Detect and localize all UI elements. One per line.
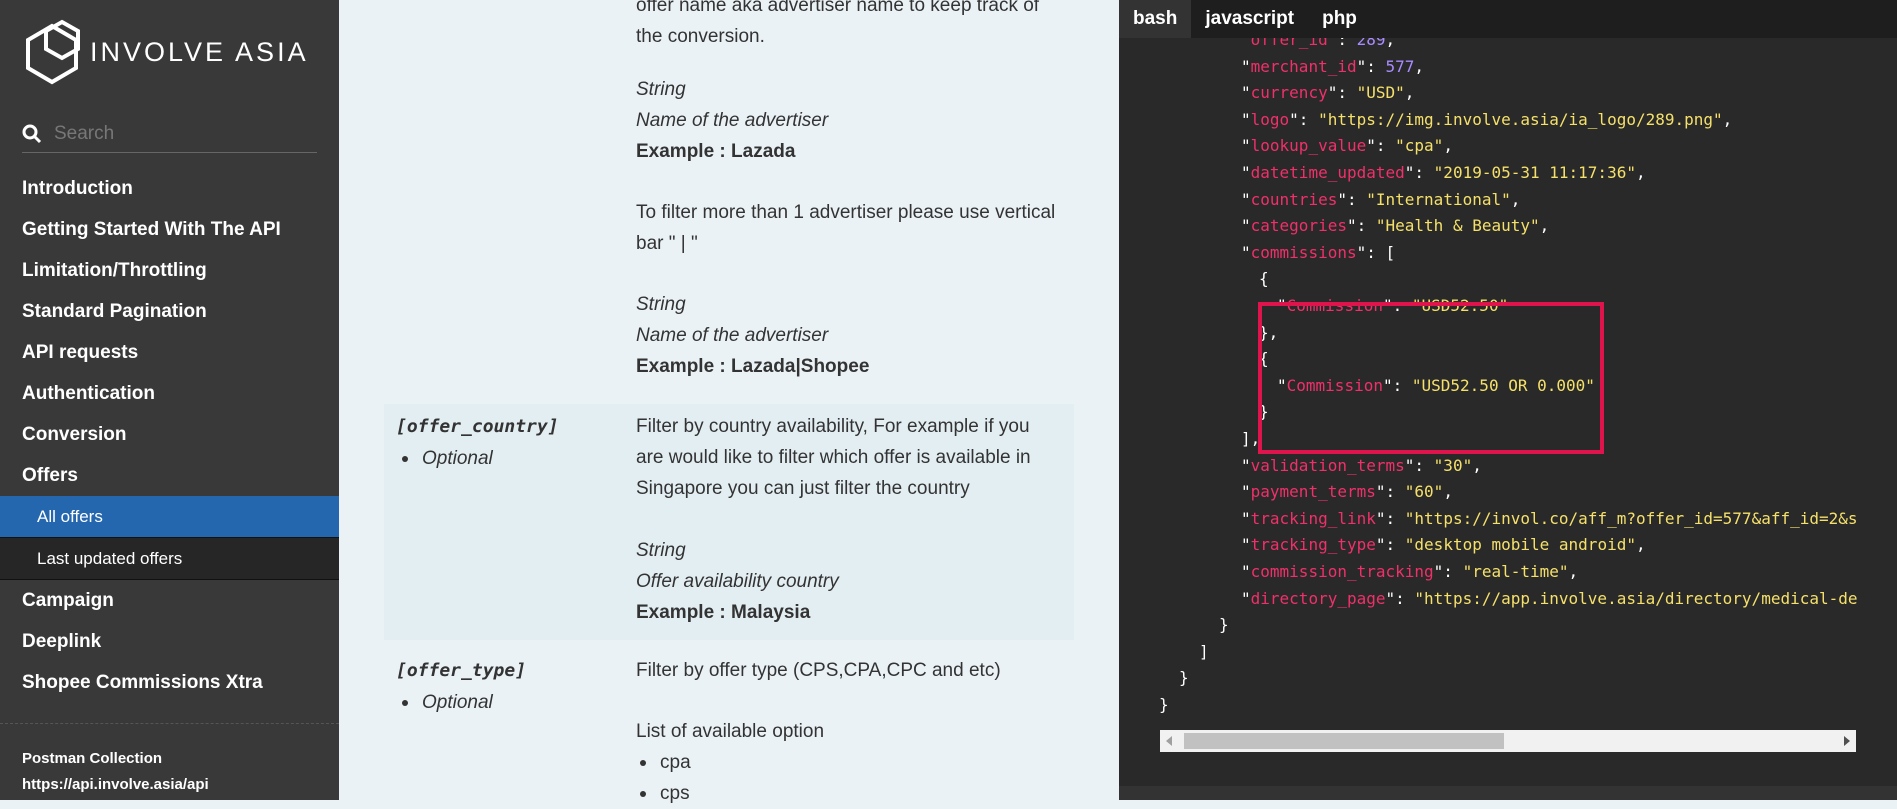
search-bar [22, 116, 317, 153]
code-line: { [1259, 269, 1269, 289]
json-pair: "lookup_value": "cpa", [1241, 136, 1453, 156]
sidebar-nav: Introduction Getting Started With The AP… [0, 168, 339, 703]
nav-conversion[interactable]: Conversion [0, 414, 339, 455]
desc-line: offer name aka advertiser name to keep t… [636, 0, 1040, 16]
commission-highlight-box [1258, 302, 1604, 454]
json-pair: "directory_page": "https://app.involve.a… [1241, 588, 1858, 608]
tab-bash[interactable]: bash [1119, 0, 1192, 38]
code-block: "offer_id": 289, "merchant_id": 577, "curr… [1119, 38, 1897, 728]
json-pair: "commission_tracking": "real-time", [1241, 562, 1579, 581]
scroll-right-icon[interactable] [1844, 736, 1850, 746]
json-pair: "tracking_link": "https://invol.co/aff_m… [1241, 508, 1858, 528]
nav-introduction[interactable]: Introduction [0, 168, 339, 209]
example-label: Example : Malaysia [636, 602, 811, 623]
option-text: cps [660, 783, 690, 804]
param-desc-top: offer name aka advertiser name to keep t… [636, 0, 1066, 52]
nav-sub-all-offers[interactable]: All offers [0, 496, 339, 538]
logo[interactable]: INVOLVE ASIA [22, 18, 309, 86]
nav-campaign[interactable]: Campaign [0, 580, 339, 621]
optional-text: Optional [422, 448, 493, 469]
example-label: Example : Lazada|Shopee [636, 356, 870, 377]
language-tabs: bash javascript php [1119, 0, 1897, 38]
code-line: ] [1199, 641, 1209, 661]
type-label: String [636, 540, 686, 561]
postman-title: Postman Collection [22, 750, 163, 767]
list-title: List of available option [636, 721, 825, 742]
nav-authentication[interactable]: Authentication [0, 373, 339, 414]
param-offer-country: [offer_country] [396, 416, 559, 437]
scroll-thumb[interactable] [1184, 733, 1504, 749]
json-pair: "logo": "https://img.involve.asia/ia_log… [1241, 109, 1733, 129]
bullet-icon [402, 699, 408, 706]
optional-text: Optional [422, 692, 493, 713]
tab-php[interactable]: php [1308, 0, 1371, 38]
optional-label: Optional [402, 448, 493, 470]
json-pair: "categories": "Health & Beauty", [1241, 216, 1550, 236]
code-panel: bash javascript php "offer_id": 289, "mer… [1119, 0, 1897, 800]
json-pair: "datetime_updated": "2019-05-31 11:17:36… [1241, 163, 1646, 182]
postman-url[interactable]: https://api.involve.asia/api [22, 772, 209, 798]
code-line: } [1179, 668, 1189, 688]
desc-label: Name of the advertiser [636, 110, 829, 131]
sidebar: INVOLVE ASIA Introduction Getting Starte… [0, 0, 339, 800]
nav-sub-last-updated-offers[interactable]: Last updated offers [0, 538, 339, 580]
nav-deeplink[interactable]: Deeplink [0, 621, 339, 662]
desc-line: Singapore you can just filter the countr… [636, 478, 970, 499]
json-pair: "offer_id": 289, [1241, 38, 1396, 49]
json-pair: "countries": "International", [1241, 189, 1521, 209]
type-label: String [636, 79, 686, 100]
filter-note: To filter more than 1 advertiser please … [636, 197, 1066, 259]
desc-line: bar " | " [636, 233, 698, 254]
json-pair: "payment_terms": "60", [1241, 482, 1453, 502]
desc-line: are would like to filter which offer is … [636, 447, 1031, 468]
list-item: cpa [636, 747, 1066, 778]
desc-line: Filter by offer type (CPS,CPA,CPC and et… [636, 660, 1001, 681]
nav-offers[interactable]: Offers [0, 455, 339, 496]
code-line: } [1159, 695, 1169, 714]
brand-name: INVOLVE ASIA [90, 36, 309, 67]
search-input[interactable] [52, 122, 306, 146]
example-label: Example : Lazada [636, 141, 796, 162]
json-pair: "merchant_id": 577, [1241, 56, 1425, 76]
horizontal-scrollbar[interactable] [1160, 730, 1856, 752]
nav-pagination[interactable]: Standard Pagination [0, 291, 339, 332]
advertiser-block-1: String Name of the advertiser Example : … [636, 74, 1066, 167]
doc-content: offer name aka advertiser name to keep t… [339, 0, 1119, 804]
involve-asia-logo-icon [26, 19, 80, 85]
desc-label: Offer availability country [636, 571, 839, 592]
scroll-left-icon[interactable] [1166, 736, 1172, 746]
nav-limitation[interactable]: Limitation/Throttling [0, 250, 339, 291]
desc-line: To filter more than 1 advertiser please … [636, 202, 1056, 223]
bullet-icon [402, 455, 408, 462]
desc-label: Name of the advertiser [636, 325, 829, 346]
bullet-icon [640, 759, 646, 766]
advertiser-block-2: String Name of the advertiser Example : … [636, 289, 1066, 382]
desc-line: Filter by country availability, For exam… [636, 416, 1030, 437]
search-icon [22, 124, 42, 144]
optional-label: Optional [402, 692, 493, 714]
sidebar-divider [0, 723, 339, 724]
code-line: } [1219, 615, 1229, 635]
desc-line: the conversion. [636, 26, 765, 47]
nav-shopee-commissions-xtra[interactable]: Shopee Commissions Xtra [0, 662, 339, 703]
json-pair: "currency": "USD", [1241, 83, 1415, 103]
json-pair: "validation_terms": "30", [1241, 455, 1482, 475]
list-item: cps [636, 778, 1066, 809]
option-text: cpa [660, 752, 691, 773]
nav-getting-started[interactable]: Getting Started With The API [0, 209, 339, 250]
offer-country-desc: Filter by country availability, For exam… [636, 411, 1066, 628]
json-pair: "tracking_type": "desktop mobile android… [1241, 535, 1646, 555]
postman-section: Postman Collection https://api.involve.a… [22, 746, 209, 798]
tab-javascript[interactable]: javascript [1191, 0, 1308, 38]
nav-api-requests[interactable]: API requests [0, 332, 339, 373]
param-offer-type: [offer_type] [396, 660, 527, 681]
bullet-icon [640, 790, 646, 797]
panel-bottom-bar [1119, 786, 1897, 800]
type-label: String [636, 294, 686, 315]
json-pair: "commissions": [ [1241, 242, 1396, 262]
offer-type-desc: Filter by offer type (CPS,CPA,CPC and et… [636, 655, 1066, 809]
